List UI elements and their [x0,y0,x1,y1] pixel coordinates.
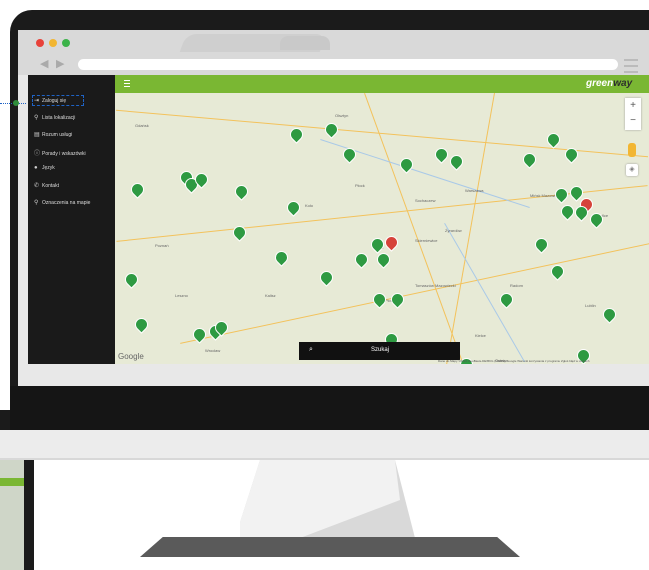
minimize-window-dot[interactable] [49,39,57,47]
charging-station-marker[interactable] [532,235,551,254]
search-label: Szukaj [371,347,390,353]
sidebar-item-label: Zaloguj się [42,98,67,104]
charging-station-marker[interactable] [432,145,451,164]
map-search-bar[interactable]: ⌕ Szukaj [299,342,460,360]
monitor-base [140,537,520,557]
map-city-label: Płock [355,183,365,188]
charging-station-marker[interactable] [232,182,251,201]
charging-station-marker[interactable] [352,250,371,269]
forward-arrow-icon[interactable]: ▶ [56,57,64,70]
close-window-dot[interactable] [36,39,44,47]
map-city-label: Żyrardów [445,228,462,233]
zoom-in-button[interactable]: + [625,98,641,113]
app-sidebar: ⇥ Zaloguj się ⚲ Lista lokalizacji ▤ Rozum u… [28,75,115,364]
browser-menu-icon[interactable] [624,59,638,73]
login-icon: ⇥ [34,98,40,104]
map-road [180,243,649,344]
map-pin-icon: ⚲ [34,200,39,206]
charging-station-marker[interactable] [447,152,466,171]
map-city-label: Kalisz [265,293,276,298]
location-pin-icon: ⚲ [34,115,39,121]
map-city-label: Poznań [155,243,169,248]
browser-window: ◀ ▶ ⇥ Zaloguj się ⚲ Lista lokalizacji ▤ Roz… [18,30,649,386]
charging-station-marker[interactable] [520,150,539,169]
charging-station-marker[interactable] [340,145,359,164]
map-attribution[interactable]: Dane do Mapy ©2021 GeoBasis-DE/BKG (©200… [438,359,589,363]
charging-station-marker[interactable] [368,235,387,254]
sidebar-item-login[interactable]: ⇥ Zaloguj się [34,97,66,104]
charging-station-marker[interactable] [230,223,249,242]
charging-station-marker[interactable] [552,185,571,204]
charging-station-marker[interactable] [122,270,141,289]
map-city-label: Gdańsk [135,123,149,128]
sidebar-item-label: Lista lokalizacji [42,115,76,121]
sidebar-item-label: Oznaczenia na mapie [42,200,91,206]
charging-station-marker[interactable] [132,315,151,334]
charging-station-marker[interactable] [388,290,407,309]
charging-station-marker[interactable] [284,198,303,217]
url-bar[interactable] [78,59,618,70]
map-city-label: Leszno [175,293,188,298]
google-logo: Google [118,352,144,361]
callout-dot [13,100,19,106]
map-city-label: Tomaszów Mazowiecki [415,283,456,288]
hamburger-menu-icon[interactable] [124,80,130,87]
charging-station-marker-busy[interactable] [382,233,401,252]
globe-icon: ● [34,165,38,171]
map-city-label: Kielce [475,333,486,338]
sidebar-item-locations[interactable]: ⚲ Lista lokalizacji [34,114,75,121]
compass-icon[interactable]: ◈ [626,164,638,176]
greenway-logo: greenway [586,78,632,89]
charging-station-marker[interactable] [128,180,147,199]
charging-station-marker[interactable] [397,155,416,174]
info-icon: ⓘ [34,151,41,157]
logo-text-green: green [586,78,614,89]
monitor-bezel [10,386,649,430]
charging-station-marker[interactable] [272,248,291,267]
map-city-label: Warszawa [465,188,484,193]
sidebar-item-label: Porady i wskazówki [42,151,86,157]
charging-station-marker[interactable] [370,290,389,309]
charging-station-marker[interactable] [544,130,563,149]
sidebar-item-label: Kontakt [42,183,59,189]
monitor-stand [240,460,415,538]
map-city-label: Skierniewice [415,238,438,243]
sidebar-item-label: Język [42,165,55,171]
sidebar-item-language[interactable]: ● Język [34,165,55,171]
monitor-chin [0,430,649,460]
phone-icon: ✆ [34,183,40,189]
map-city-label: Lublin [585,303,596,308]
browser-tab-new[interactable] [280,36,330,50]
charging-station-marker[interactable] [497,290,516,309]
zoom-controls: + − [625,98,641,130]
sidebar-item-contact[interactable]: ✆ Kontakt [34,182,59,189]
zoom-out-button[interactable]: − [625,113,641,128]
street-view-pegman-icon[interactable] [628,143,636,157]
map-city-label: Wrocław [205,348,221,353]
tablet-app-bar [0,478,24,486]
search-icon: ⌕ [309,346,313,353]
charging-station-marker[interactable] [317,268,336,287]
map-city-label: Radom [510,283,523,288]
charging-station-marker[interactable] [287,125,306,144]
logo-text-way: way [613,78,633,89]
sidebar-item-map-markers[interactable]: ⚲ Oznaczenia na mapie [34,199,90,206]
map-city-label: Sochaczew [415,198,436,203]
map-canvas[interactable]: Gdańsk Olsztyn Płock Warszawa Łódź Piotr… [115,93,649,364]
back-arrow-icon[interactable]: ◀ [40,57,48,70]
charging-station-marker[interactable] [558,202,577,221]
sidebar-item-tips[interactable]: ⓘ Porady i wskazówki [34,148,86,157]
charging-station-marker[interactable] [322,120,341,139]
document-icon: ▤ [34,132,40,138]
sidebar-item-service[interactable]: ▤ Rozum usługi [34,131,72,138]
map-city-label: Olsztyn [335,113,349,118]
sidebar-item-label: Rozum usługi [42,132,73,138]
app-header-bar [115,75,649,93]
map-city-label: Koło [305,203,314,208]
charging-station-marker[interactable] [600,305,619,324]
maximize-window-dot[interactable] [62,39,70,47]
